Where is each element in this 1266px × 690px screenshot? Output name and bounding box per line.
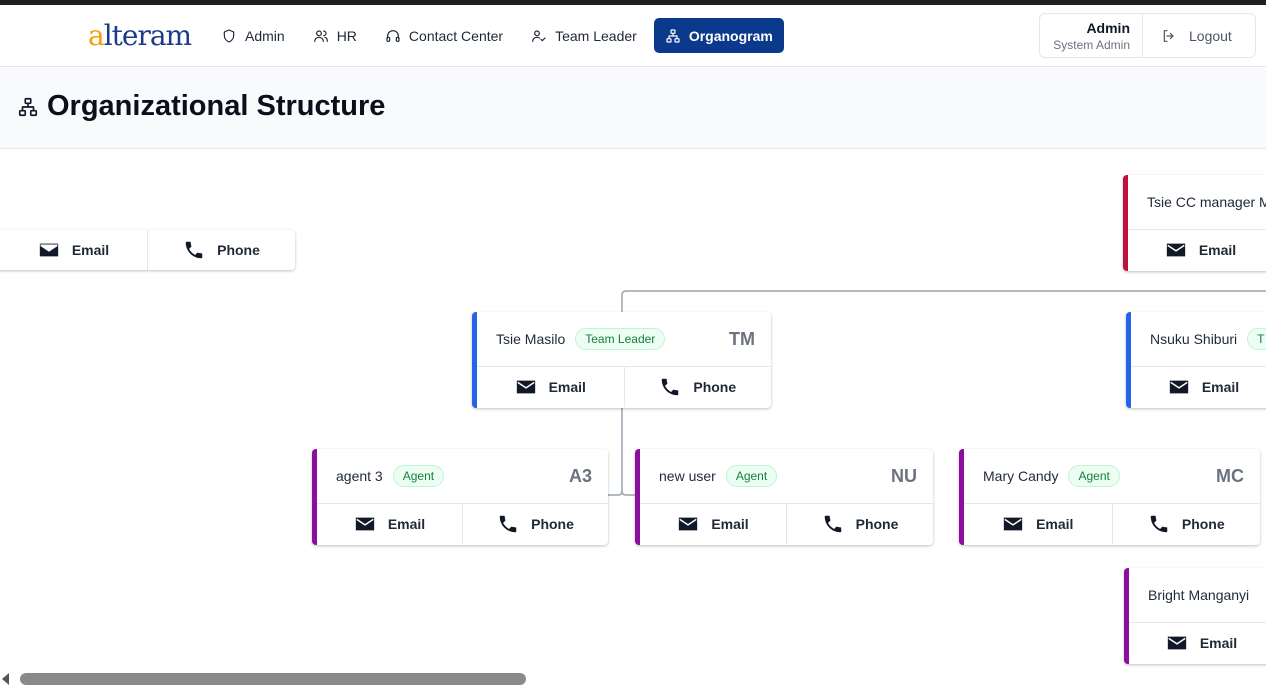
avatar-initials: A3 [568,465,592,486]
person-name: agent 3 [336,468,383,484]
card-actions: Email Phone [317,504,608,544]
envelope-icon [679,517,698,531]
page-title-text: Organizational Structure [47,90,386,122]
users-icon [313,29,328,42]
nav-item-label: Team Leader [555,27,637,44]
envelope-icon [1166,243,1185,257]
org-card[interactable]: agent 3 Agent A3 Email Phone [312,449,608,545]
email-button[interactable]: Email [1128,230,1266,270]
card-header: Nsuku Shiburi T [1131,312,1266,367]
card-actions: Email [1128,230,1266,270]
person-name: Mary Candy [983,468,1059,484]
shield-icon [223,28,235,43]
card-header: new user Agent NU [640,449,933,504]
horizontal-scrollbar[interactable] [0,668,1266,690]
nav-item-organogram[interactable]: Organogram [653,18,784,53]
logout-button[interactable]: Logout [1143,28,1232,44]
org-connectors [608,290,1266,496]
role-badge: Agent [392,465,445,487]
avatar-initials: NU [891,465,917,486]
phone-icon [662,378,679,396]
nav-item-label: HR [336,27,357,44]
role-badge: Agent [725,465,778,487]
org-card[interactable]: Tsie Masilo Team Leader TM Email Phone [472,312,771,408]
email-button[interactable]: Email [964,504,1112,544]
card-actions: Email Phone [477,367,771,407]
user-menu: Admin System Admin Logout [1039,13,1256,58]
person-name: new user [659,468,716,484]
phone-button[interactable]: Phone [623,367,772,407]
alteram-logo[interactable]: alteram [88,17,192,51]
user-name: Admin [1086,19,1130,36]
card-actions: Email Phone [964,504,1260,544]
org-card[interactable]: new user Agent NU Email Phone [635,449,933,545]
phone-button[interactable]: Phone [462,504,608,544]
role-badge: Team Leader [575,328,666,350]
phone-icon [185,241,203,259]
email-button[interactable]: Email [0,230,147,270]
nav-item-label: Organogram [688,27,773,44]
envelope-icon [1167,636,1186,650]
email-button[interactable]: Email [477,367,624,407]
email-button[interactable]: Email [1131,367,1266,407]
logout-label: Logout [1189,27,1232,44]
card-actions: Email [1131,367,1266,407]
email-button[interactable]: Email [640,504,786,544]
card-actions: Email [1129,623,1266,663]
logout-icon [1163,29,1174,42]
envelope-icon [39,243,58,257]
org-card[interactable]: Tsie CC manager M Email [1123,175,1266,271]
org-card[interactable]: Nsuku Shiburi T Email [1126,312,1266,408]
phone-icon [1150,515,1168,533]
person-name: Tsie Masilo [496,331,566,347]
org-card[interactable]: Mary Candy Agent MC Email Phone [959,449,1260,545]
card-header: Tsie Masilo Team Leader TM [477,312,771,367]
role-badge: T [1247,328,1266,350]
nav-item-contact-center[interactable]: Contact Center [374,18,514,53]
envelope-icon [516,380,535,394]
nav-item-label: Admin [245,27,285,44]
org-card[interactable]: Bright Manganyi Email [1124,568,1266,664]
person-name: Nsuku Shiburi [1150,331,1238,347]
avatar-initials: TM [729,328,755,349]
role-badge: Agent [1068,465,1120,487]
email-button[interactable]: Email [1129,623,1266,663]
phone-icon [499,515,517,533]
user-info: Admin System Admin [1040,14,1143,57]
email-button[interactable]: Email [317,504,462,544]
phone-button[interactable]: Phone [786,504,933,544]
card-actions: Email Phone [640,504,933,544]
card-actions: Email Phone [0,230,295,270]
headset-icon [386,29,400,42]
card-header: Tsie CC manager M [1128,175,1266,230]
user-role: System Admin [1053,37,1130,52]
card-header: Mary Candy Agent MC [964,449,1260,504]
main-nav: Admin HR Contact Center Team Leader Orga… [210,18,784,53]
envelope-icon [355,517,374,531]
user-check-icon [532,29,546,42]
page-header: Organizational Structure [0,68,1266,149]
page-title: Organizational Structure [17,90,385,123]
envelope-icon [1003,517,1023,531]
org-chart-icon [18,97,38,116]
nav-item-hr[interactable]: HR [302,18,368,53]
nav-item-admin[interactable]: Admin [210,18,296,53]
envelope-icon [1169,380,1188,394]
phone-icon [824,515,841,533]
phone-button[interactable]: Phone [147,230,295,270]
nav-item-team-leader[interactable]: Team Leader [520,18,648,53]
phone-button[interactable]: Phone [1111,504,1261,544]
scroll-left-icon[interactable] [2,673,9,685]
person-name: Tsie CC manager M [1147,194,1266,210]
card-header: Bright Manganyi [1129,568,1266,623]
person-name: Bright Manganyi [1148,587,1250,603]
organogram-canvas[interactable]: Email Phone Tsie CC manager M Email Tsie… [0,149,1266,668]
card-header: agent 3 Agent A3 [317,449,608,504]
scrollbar-thumb[interactable] [20,673,526,685]
top-navbar: alteram Admin HR Contact Center Team Lea… [0,5,1266,67]
org-card: Email Phone [0,230,295,270]
nav-item-label: Contact Center [408,27,504,44]
avatar-initials: MC [1216,465,1244,486]
org-chart-icon [666,28,680,43]
